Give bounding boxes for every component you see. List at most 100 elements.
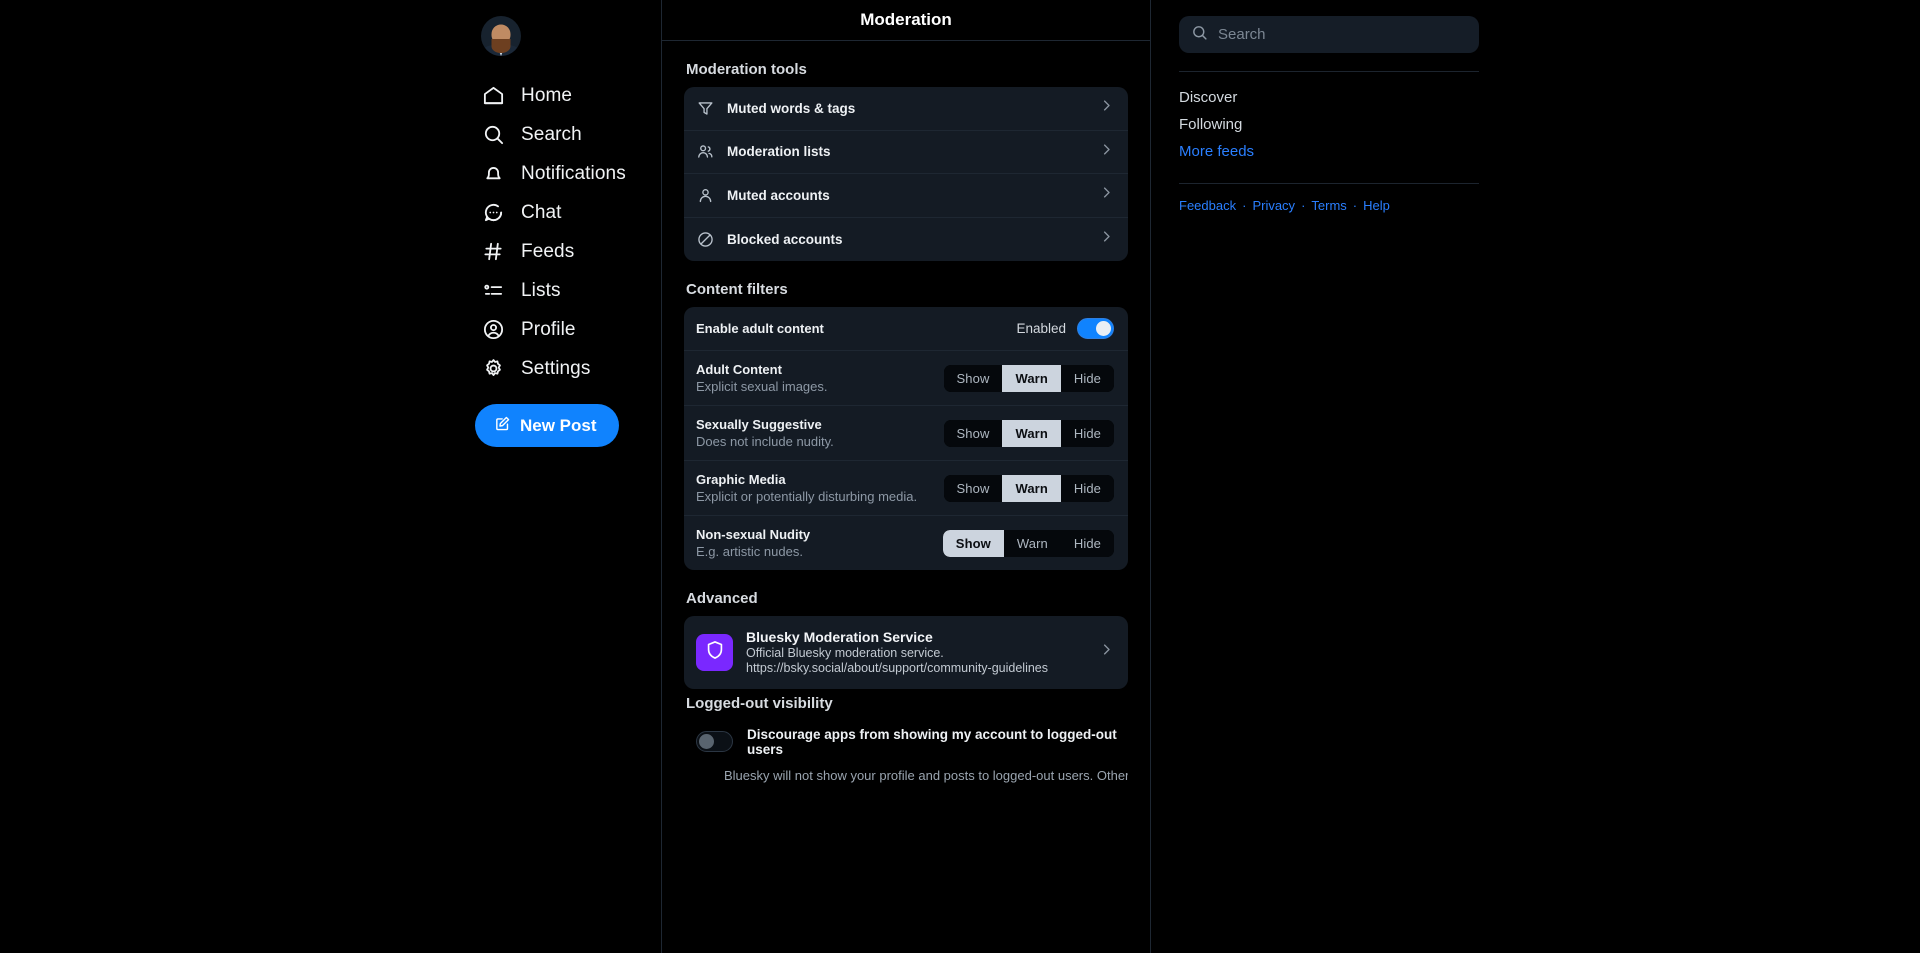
filter-option-show[interactable]: Show [943,364,1003,392]
footer-link-privacy[interactable]: Privacy [1252,198,1295,213]
logged-out-visibility-heading: Logged-out visibility [686,694,833,712]
new-post-button[interactable]: New Post [475,404,619,447]
list-icon [481,278,506,303]
toggle-knob [699,734,714,750]
filter-option-hide[interactable]: Hide [1060,474,1114,502]
enable-adult-content-toggle[interactable] [1077,318,1114,339]
feed-link-more-feeds[interactable]: More feeds [1179,138,1479,165]
filter-option-show[interactable]: Show [943,474,1003,502]
filter-option-hide[interactable]: Hide [1060,529,1114,557]
filter-option-warn[interactable]: Warn [1002,419,1061,447]
content-filters-heading: Content filters [686,281,788,298]
avatar-beard [491,39,511,54]
sidebar-item-notifications[interactable]: Notifications [469,154,638,193]
search-icon [481,122,506,147]
footer-link-help[interactable]: Help [1363,198,1390,213]
sidebar-item-label: Chat [521,201,562,223]
shield-icon [704,639,726,666]
labeler-row-bluesky-moderation-service[interactable]: Bluesky Moderation Service Official Blue… [684,616,1128,689]
discourage-apps-toggle[interactable] [696,731,733,753]
content-filter-row: Graphic Media Explicit or potentially di… [684,461,1128,516]
right-sidebar: Discover Following More feeds Feedback ·… [1179,0,1479,953]
labeler-description: Official Bluesky moderation service. [746,646,944,660]
filter-option-warn[interactable]: Warn [1002,474,1061,502]
footer-link-feedback[interactable]: Feedback [1179,198,1236,213]
content-filter-row: Adult Content Explicit sexual images. Sh… [684,351,1128,406]
enable-adult-content-control: Enabled [1016,318,1114,339]
footer-separator: · [1301,198,1306,213]
enable-adult-content-state: Enabled [1016,321,1066,336]
labeler-texts: Bluesky Moderation Service Official Blue… [746,629,1086,676]
content-filter-segmented-control: Show Warn Hide [943,474,1114,502]
moderation-item-blocked-accounts[interactable]: Blocked accounts [684,218,1128,262]
sidebar-item-label: Home [521,84,573,106]
discourage-apps-row[interactable]: Discourage apps from showing my account … [684,721,1128,757]
sidebar-item-settings[interactable]: Settings [469,349,602,388]
moderation-item-label: Muted words & tags [727,100,856,116]
footer-link-terms[interactable]: Terms [1311,198,1346,213]
feed-link-discover[interactable]: Discover [1179,84,1479,111]
enable-adult-content-row: Enable adult content Enabled [684,307,1128,351]
content-filter-texts: Graphic Media Explicit or potentially di… [696,472,917,504]
content-filter-row: Non-sexual Nudity E.g. artistic nudes. S… [684,516,1128,570]
search-input[interactable] [1218,26,1467,43]
sidebar-item-lists[interactable]: Lists [469,271,573,310]
sidebar-item-chat[interactable]: Chat [469,193,574,232]
toggle-knob [1096,321,1111,336]
person-icon [694,184,716,206]
content-filter-texts: Sexually Suggestive Does not include nud… [696,417,834,449]
content-filter-title: Non-sexual Nudity [696,527,811,542]
content-filter-texts: Non-sexual Nudity E.g. artistic nudes. [696,527,810,559]
moderation-item-moderation-lists[interactable]: Moderation lists [684,131,1128,174]
filter-option-show[interactable]: Show [943,419,1003,447]
advanced-card: Bluesky Moderation Service Official Blue… [684,616,1128,689]
filter-option-show[interactable]: Show [942,529,1004,557]
chevron-right-icon [1099,642,1114,662]
profile-icon [481,317,506,342]
sidebar-divider [1179,183,1479,184]
sidebar-item-label: Notifications [521,162,626,184]
bell-icon [481,161,506,186]
advanced-heading: Advanced [686,590,758,607]
sidebar-item-search[interactable]: Search [469,115,594,154]
filter-option-hide[interactable]: Hide [1060,364,1114,392]
sidebar-item-label: Feeds [521,240,575,262]
filter-option-warn[interactable]: Warn [1002,364,1061,392]
sidebar-item-profile[interactable]: Profile [469,310,588,349]
moderation-item-muted-words[interactable]: Muted words & tags [684,87,1128,131]
moderation-item-label: Blocked accounts [727,231,843,247]
moderation-item-muted-accounts[interactable]: Muted accounts [684,174,1128,218]
content-filter-title: Graphic Media [696,472,786,487]
sidebar-item-label: Settings [521,357,591,379]
sidebar-divider [1179,71,1479,72]
left-sidebar: Home Search Notifications Chat Feeds Lis… [441,0,661,953]
content-filter-segmented-control: Show Warn Hide [942,529,1114,557]
chevron-right-icon [1099,185,1114,205]
content-filter-desc: Explicit or potentially disturbing media… [696,489,918,504]
search-box[interactable] [1179,16,1479,53]
home-icon [481,83,506,108]
enable-adult-content-texts: Enable adult content [696,321,824,336]
new-post-label: New Post [520,415,597,435]
sidebar-footer: Feedback · Privacy · Terms · Help [1179,198,1479,213]
filter-icon [694,97,716,119]
avatar[interactable] [481,16,521,56]
moderation-tools-heading: Moderation tools [686,61,807,78]
chat-icon [481,200,506,225]
filter-option-warn[interactable]: Warn [1003,529,1061,557]
sidebar-item-home[interactable]: Home [469,76,584,115]
moderation-item-label: Moderation lists [727,144,831,160]
page-title: Moderation [860,10,952,29]
chevron-right-icon [1099,142,1114,162]
main-column: Moderation Moderation tools Muted words … [661,0,1151,953]
content-filter-texts: Adult Content Explicit sexual images. [696,362,828,394]
sidebar-item-feeds[interactable]: Feeds [469,232,586,271]
footer-separator: · [1242,198,1247,213]
discourage-apps-note: Bluesky will not show your profile and p… [724,767,1128,783]
feed-link-following[interactable]: Following [1179,111,1479,138]
content-filters-card: Enable adult content Enabled Adult Conte… [684,307,1128,570]
content-filter-title: Adult Content [696,362,782,377]
settings-scroll-area[interactable]: Moderation tools Muted words & tags Mode… [662,41,1150,953]
filter-option-hide[interactable]: Hide [1060,419,1114,447]
discourage-apps-label: Discourage apps from showing my account … [747,726,1117,757]
